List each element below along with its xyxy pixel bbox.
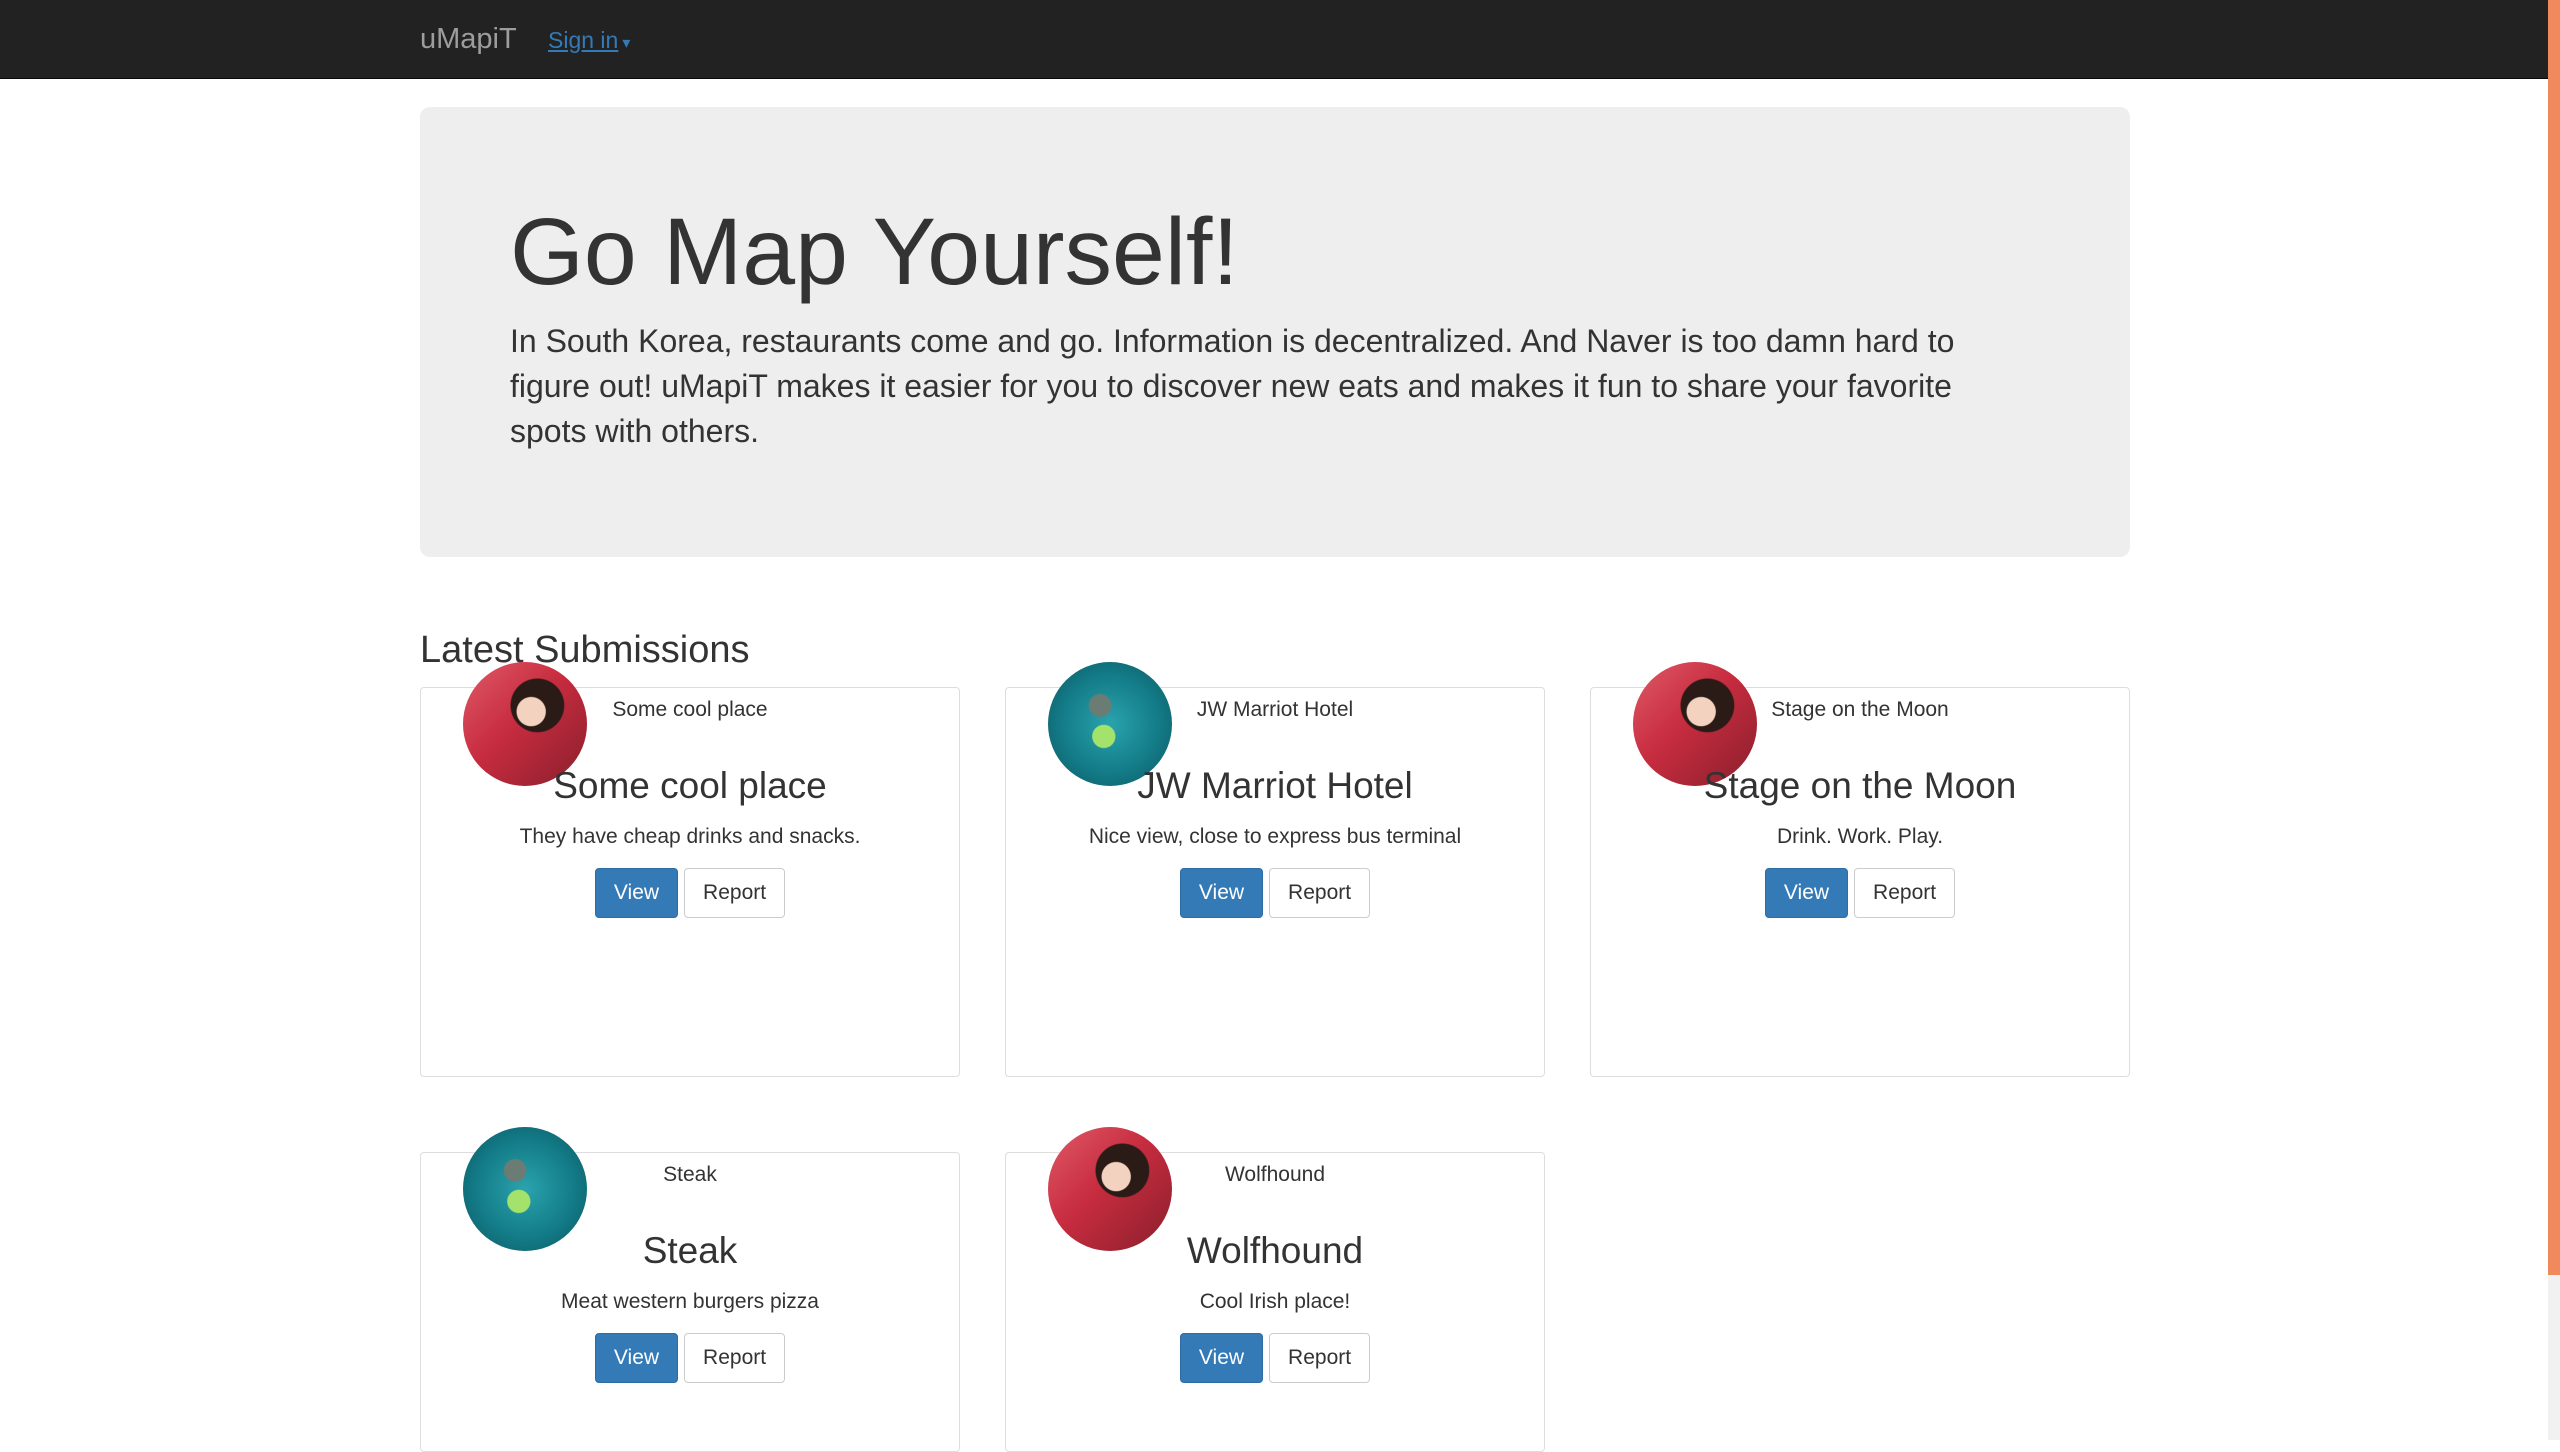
brand-logo-text[interactable]: uMapiT: [420, 20, 517, 58]
card-description: Drink. Work. Play.: [1776, 825, 1944, 848]
card-actions: View Report: [421, 868, 959, 918]
latest-submissions-heading: Latest Submissions: [420, 629, 750, 671]
card-subtitle: Steak: [663, 1163, 717, 1186]
card-actions: View Report: [421, 1333, 959, 1383]
sign-in-label: Sign in: [548, 27, 619, 53]
hero-jumbotron: Go Map Yourself! In South Korea, restaur…: [420, 107, 2130, 557]
card-actions: View Report: [1006, 1333, 1544, 1383]
report-button[interactable]: Report: [1854, 868, 1956, 918]
caret-down-icon: ▾: [622, 35, 631, 52]
view-button[interactable]: View: [594, 1333, 679, 1383]
card-subtitle: Wolfhound: [1224, 1163, 1326, 1186]
hero-title: Go Map Yourself!: [510, 199, 1239, 305]
page-scrollbar[interactable]: [2548, 0, 2560, 1440]
card-subtitle: Some cool place: [612, 698, 768, 721]
view-button[interactable]: View: [1764, 868, 1849, 918]
card-title: Wolfhound: [1186, 1230, 1364, 1271]
report-button[interactable]: Report: [684, 868, 786, 918]
view-button[interactable]: View: [1179, 1333, 1264, 1383]
card-actions: View Report: [1006, 868, 1544, 918]
view-button[interactable]: View: [594, 868, 679, 918]
top-navbar: uMapiT Sign in ▾: [0, 0, 2548, 79]
submission-card: Stage on the Moon Stage on the Moon Drin…: [1590, 662, 2130, 1077]
sign-in-dropdown[interactable]: Sign in ▾: [548, 26, 630, 58]
card-description: They have cheap drinks and snacks.: [519, 825, 861, 848]
report-button[interactable]: Report: [1269, 1333, 1371, 1383]
card-subtitle: JW Marriot Hotel: [1196, 698, 1354, 721]
submission-card: JW Marriot Hotel JW Marriot Hotel Nice v…: [1005, 662, 1545, 1077]
card-subtitle: Stage on the Moon: [1771, 698, 1949, 721]
card-description: Cool Irish place!: [1199, 1290, 1351, 1313]
submission-card: Steak Steak Meat western burgers pizza V…: [420, 1127, 960, 1452]
submission-card: Wolfhound Wolfhound Cool Irish place! Vi…: [1005, 1127, 1545, 1452]
card-title: Some cool place: [553, 765, 827, 806]
card-title: JW Marriot Hotel: [1137, 765, 1413, 806]
view-button[interactable]: View: [1179, 868, 1264, 918]
card-description: Meat western burgers pizza: [561, 1290, 819, 1313]
report-button[interactable]: Report: [1269, 868, 1371, 918]
report-button[interactable]: Report: [684, 1333, 786, 1383]
hero-description: In South Korea, restaurants come and go.…: [510, 323, 1955, 449]
card-actions: View Report: [1591, 868, 2129, 918]
card-title: Stage on the Moon: [1703, 765, 2017, 806]
card-title: Steak: [642, 1230, 738, 1271]
scrollbar-thumb[interactable]: [2548, 0, 2560, 1275]
card-description: Nice view, close to express bus terminal: [1088, 825, 1462, 848]
submission-card: Some cool place Some cool place They hav…: [420, 662, 960, 1077]
